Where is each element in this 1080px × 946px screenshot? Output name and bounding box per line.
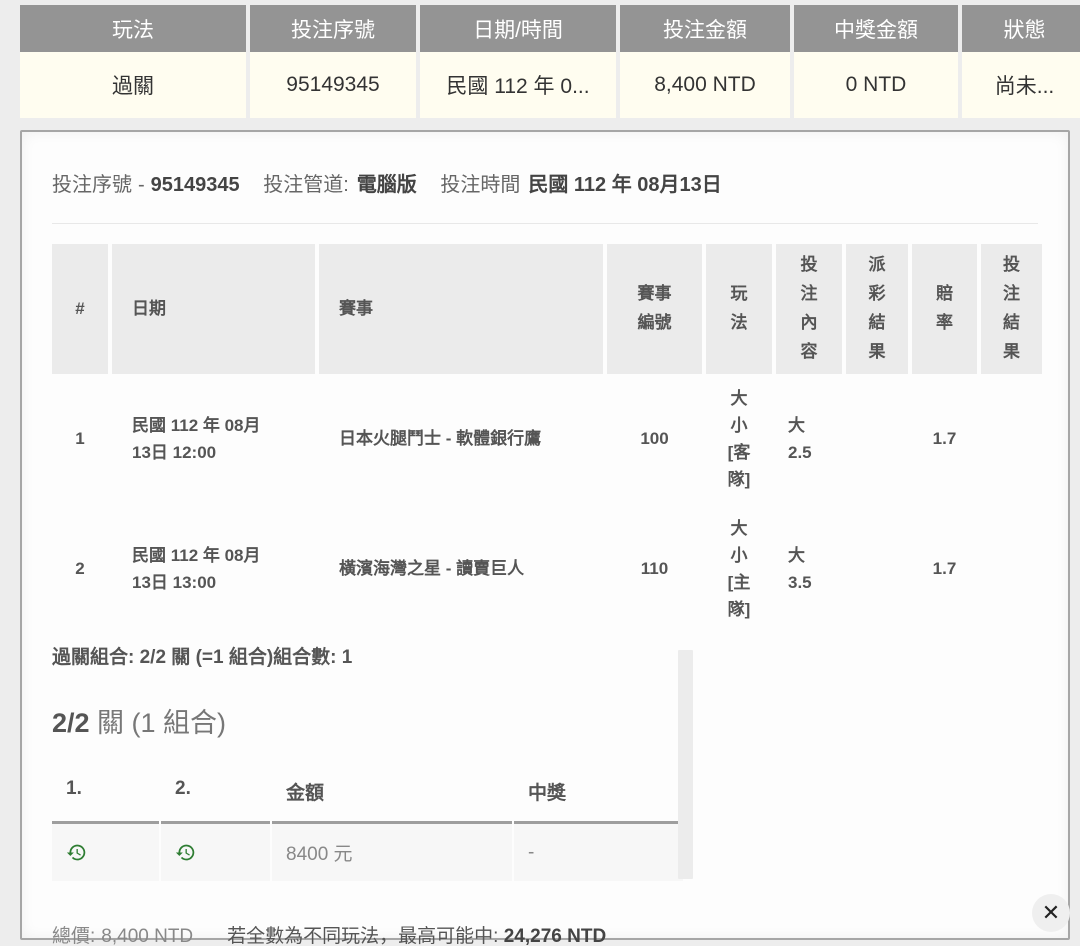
combo-title-rest: 關 (1 組合)	[90, 708, 227, 738]
header-match-no: 賽事 編號	[607, 244, 702, 374]
summary-header-winnings: 中獎金額	[794, 5, 958, 52]
combo-header-leg2: 2.	[161, 764, 270, 824]
max-win-value: 24,276 NTD	[504, 926, 606, 946]
combo-section-title: 2/2 關 (1 組合)	[52, 701, 1038, 740]
leg-bet-content: 大 2.5	[776, 374, 842, 504]
summary-header-amount: 投注金額	[620, 5, 790, 52]
total-price-value: 8,400 NTD	[101, 926, 193, 946]
combinations-table: 1. 2. 金額 中獎 8400 元 -	[52, 764, 677, 881]
summary-cell-status[interactable]: 尚未...	[962, 52, 1080, 118]
header-payout-result: 派 彩 結 果	[846, 244, 908, 374]
leg-index: 2	[52, 504, 108, 634]
header-bet-result: 投 注 結 果	[981, 244, 1042, 374]
leg-payout-result	[846, 504, 908, 634]
leg-bet-result	[981, 504, 1042, 634]
leg-match: 日本火腿鬥士 - 軟體銀行鷹	[319, 374, 603, 504]
summary-header-datetime: 日期/時間	[420, 5, 616, 52]
summary-cell-playtype[interactable]: 過關	[20, 52, 246, 118]
header-odds: 賠 率	[912, 244, 977, 374]
combo-header-leg1: 1.	[52, 764, 159, 824]
leg-index: 1	[52, 374, 108, 504]
leg-playtype: 大 小 [主 隊]	[706, 504, 772, 634]
leg-match-no: 110	[607, 504, 702, 634]
max-win-label: 若全數為不同玩法，最高可能中:	[227, 926, 498, 946]
bet-time-value: 民國 112 年 08月13日	[528, 174, 721, 196]
combo-win: -	[514, 824, 683, 881]
table-row: 1 民國 112 年 08月 13日 12:00 日本火腿鬥士 - 軟體銀行鷹 …	[52, 374, 1034, 504]
leg-bet-result	[981, 374, 1042, 504]
summary-cell-amount[interactable]: 8,400 NTD	[620, 52, 790, 118]
combo-header-win: 中獎	[514, 764, 683, 824]
bet-time-label: 投注時間	[440, 174, 520, 196]
total-price-label: 總價:	[52, 926, 95, 946]
header-index: #	[52, 244, 108, 374]
summary-cell-serial[interactable]: 95149345	[250, 52, 416, 118]
header-date: 日期	[112, 244, 315, 374]
combination-row: 8400 元 -	[52, 824, 677, 881]
serial-separator: -	[138, 174, 145, 196]
combo-leg1-status	[52, 824, 159, 881]
divider	[52, 223, 1038, 224]
leg-payout-result	[846, 374, 908, 504]
table-row: 2 民國 112 年 08月 13日 13:00 橫濱海灣之星 - 讀賣巨人 1…	[52, 504, 1034, 634]
leg-odds: 1.7	[912, 374, 977, 504]
combo-title-count: 2/2	[52, 708, 90, 738]
history-clock-icon	[66, 842, 87, 863]
leg-odds: 1.7	[912, 504, 977, 634]
bet-info-line: 投注序號-95149345 投注管道: 電腦版 投注時間民國 112 年 08月1…	[52, 168, 1038, 197]
summary-cell-winnings[interactable]: 0 NTD	[794, 52, 958, 118]
summary-header-status: 狀態	[962, 5, 1080, 52]
header-playtype: 玩 法	[706, 244, 772, 374]
combo-leg2-status	[161, 824, 270, 881]
channel-value: 電腦版	[357, 174, 417, 196]
channel-label: 投注管道:	[263, 174, 349, 196]
combinations-table-header: 1. 2. 金額 中獎	[52, 764, 677, 824]
leg-date: 民國 112 年 08月 13日 12:00	[112, 374, 315, 504]
totals-line: 總價: 8,400 NTD 若全數為不同玩法，最高可能中: 24,276 NTD	[52, 921, 1038, 946]
header-bet-content: 投 注 內 容	[776, 244, 842, 374]
summary-cell-datetime[interactable]: 民國 112 年 0...	[420, 52, 616, 118]
leg-match-no: 100	[607, 374, 702, 504]
parlay-combo-summary: 過關組合: 2/2 關 (=1 組合)組合數: 1	[52, 642, 1038, 669]
header-match: 賽事	[319, 244, 603, 374]
history-clock-icon	[175, 842, 196, 863]
combo-header-amount: 金額	[272, 764, 512, 824]
summary-header-serial: 投注序號	[250, 5, 416, 52]
legs-table: # 日期 賽事 賽事 編號 玩 法 投 注 內 容 派 彩 結 果 賠 率 投 …	[52, 244, 1034, 634]
leg-date: 民國 112 年 08月 13日 13:00	[112, 504, 315, 634]
bet-summary-table: 玩法 過關 投注序號 95149345 日期/時間 民國 112 年 0... …	[20, 5, 1080, 118]
leg-playtype: 大 小 [客 隊]	[706, 374, 772, 504]
serial-value: 95149345	[151, 174, 240, 196]
serial-label: 投注序號	[52, 174, 132, 196]
leg-bet-content: 大 3.5	[776, 504, 842, 634]
combo-amount: 8400 元	[272, 824, 512, 881]
leg-match: 橫濱海灣之星 - 讀賣巨人	[319, 504, 603, 634]
combinations-scrollbar[interactable]	[678, 650, 693, 879]
bet-detail-panel: 投注序號-95149345 投注管道:電腦版 投注時間民國 112 年 08月1…	[20, 130, 1070, 940]
summary-header-playtype: 玩法	[20, 5, 246, 52]
legs-table-header: # 日期 賽事 賽事 編號 玩 法 投 注 內 容 派 彩 結 果 賠 率 投 …	[52, 244, 1034, 374]
close-button[interactable]: ✕	[1032, 894, 1070, 932]
